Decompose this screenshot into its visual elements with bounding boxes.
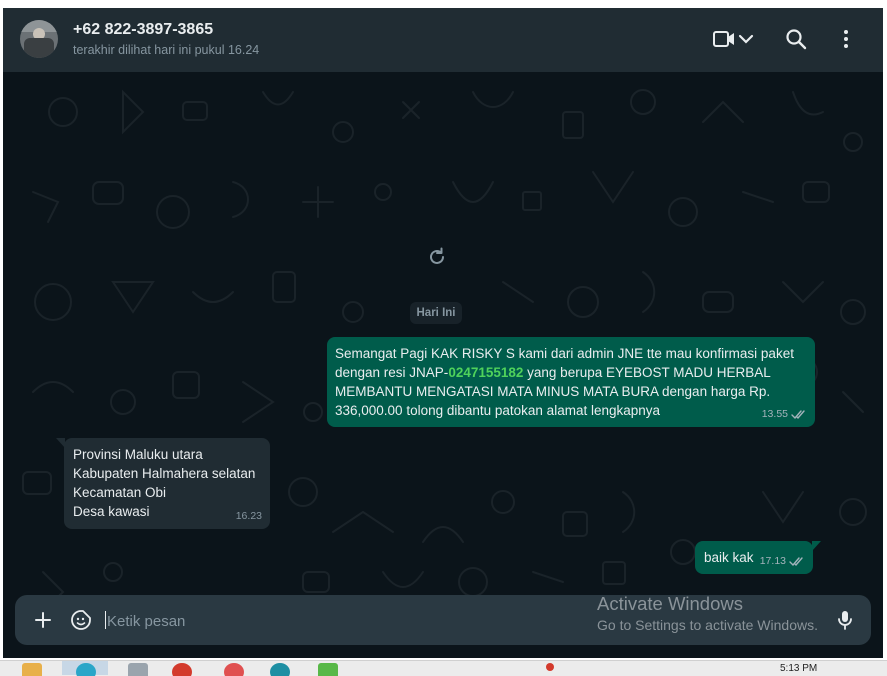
- message-composer: [15, 595, 871, 645]
- message-time: 17.13: [759, 555, 786, 567]
- menu-dots-icon[interactable]: [833, 26, 859, 52]
- message-bubble-incoming[interactable]: Provinsi Maluku utara Kabupaten Halmaher…: [56, 438, 270, 529]
- whatsapp-chat-window: +62 822-3897-3865 terakhir dilihat hari …: [3, 8, 883, 658]
- last-seen-status: terakhir dilihat hari ini pukul 16.24: [73, 43, 260, 57]
- message-time: 13.55: [761, 408, 788, 420]
- chat-header: +62 822-3897-3865 terakhir dilihat hari …: [3, 8, 883, 72]
- double-check-icon: [789, 557, 803, 567]
- tray-icon[interactable]: [546, 663, 554, 671]
- microphone-icon[interactable]: [833, 608, 857, 632]
- browser-icon[interactable]: [76, 663, 96, 676]
- edge-icon[interactable]: [270, 663, 290, 676]
- message-text: baik kak: [704, 550, 754, 565]
- chevron-down-icon[interactable]: [737, 26, 755, 52]
- tracking-number-link[interactable]: 0247155182: [448, 365, 523, 380]
- video-call-icon[interactable]: [711, 26, 737, 52]
- message-bubble-outgoing[interactable]: Semangat Pagi KAK RISKY S kami dari admi…: [327, 337, 815, 427]
- message-text: Semangat Pagi KAK RISKY S kami dari admi…: [335, 346, 794, 418]
- app-icon[interactable]: [128, 663, 148, 676]
- message-bubble-outgoing[interactable]: baik kak 17.13: [695, 541, 821, 574]
- message-time: 16.23: [235, 510, 262, 522]
- message-meta: 16.23: [236, 507, 262, 526]
- browser-frame: +62 822-3897-3865 terakhir dilihat hari …: [0, 0, 887, 660]
- day-separator: Hari Ini: [410, 302, 462, 324]
- taskbar-clock[interactable]: 5:13 PM: [780, 663, 817, 674]
- window-edge: [883, 8, 887, 658]
- double-check-icon: [791, 410, 805, 420]
- chrome-icon[interactable]: [172, 663, 192, 676]
- reload-icon[interactable]: [425, 245, 449, 269]
- message-input[interactable]: [105, 603, 549, 639]
- contact-avatar[interactable]: [20, 20, 58, 58]
- bubble-tail: [812, 541, 821, 551]
- message-meta: 17.13: [760, 552, 805, 571]
- bubble-tail: [56, 438, 65, 448]
- contact-name[interactable]: +62 822-3897-3865: [73, 21, 213, 39]
- text-caret: [105, 611, 106, 629]
- app-icon[interactable]: [224, 663, 244, 676]
- search-icon[interactable]: [783, 26, 809, 52]
- message-meta: 13.55: [762, 405, 807, 424]
- excel-icon[interactable]: [318, 663, 338, 676]
- file-explorer-icon[interactable]: [22, 663, 42, 676]
- sticker-icon[interactable]: [69, 608, 93, 632]
- attach-plus-icon[interactable]: [31, 608, 55, 632]
- windows-taskbar: 5:13 PM: [0, 660, 887, 676]
